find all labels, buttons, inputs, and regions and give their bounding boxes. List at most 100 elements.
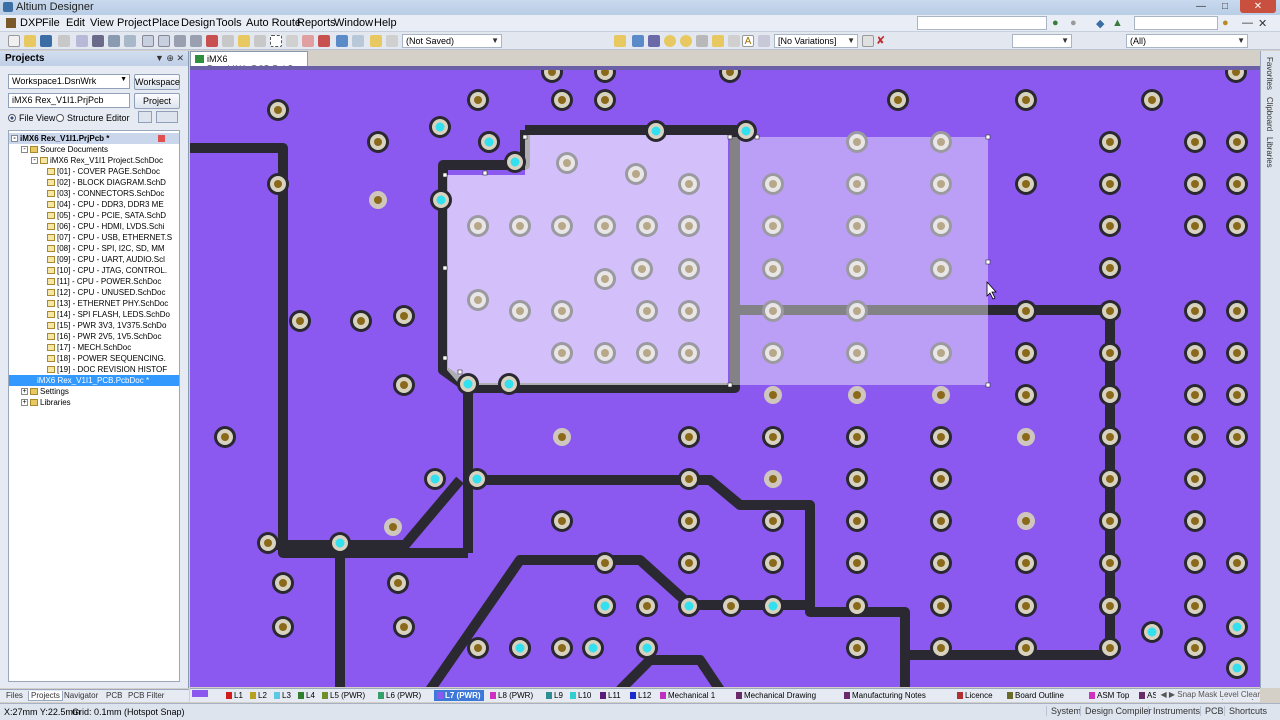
place-via-icon[interactable]	[680, 35, 692, 47]
polygon-icon[interactable]	[728, 35, 740, 47]
menu-help[interactable]: Help	[374, 17, 397, 29]
panel-refresh-icon[interactable]	[138, 111, 152, 123]
tree-item[interactable]: [11] - CPU - POWER.SchDoc	[9, 276, 179, 287]
layer-scroll-left-icon[interactable]: ◀	[1160, 690, 1166, 699]
tree-item[interactable]: [09] - CPU - UART, AUDIO.Scl	[9, 254, 179, 265]
search-combo[interactable]	[1134, 16, 1218, 30]
panel-menu-icon[interactable]: ▼	[155, 53, 164, 63]
dxp-icon[interactable]	[6, 18, 16, 28]
menu-reports[interactable]: Reports	[297, 17, 336, 29]
collapse-icon[interactable]: -	[21, 146, 28, 154]
layer-tab[interactable]: L9	[546, 690, 563, 701]
zoom-fit-icon[interactable]	[108, 35, 120, 47]
tree-item[interactable]: [07] - CPU - USB, ETHERNET.S	[9, 232, 179, 243]
tree-item[interactable]: [19] - DOC REVISION HISTOF	[9, 364, 179, 375]
tree-item[interactable]: [13] - ETHERNET PHY.SchDoc	[9, 298, 179, 309]
tree-item[interactable]: [18] - POWER SEQUENCING.	[9, 353, 179, 364]
layer-tab[interactable]: ASM Top	[1089, 690, 1129, 701]
tree-item[interactable]: [10] - CPU - JTAG, CONTROL.	[9, 265, 179, 276]
pcb-canvas[interactable]	[190, 70, 1260, 687]
board-3d-icon[interactable]	[92, 35, 104, 47]
clear-filter-icon[interactable]	[318, 35, 330, 47]
tree-item[interactable]: [01] - COVER PAGE.SchDoc	[9, 166, 179, 177]
tree-item-libraries[interactable]: + Libraries	[9, 397, 179, 408]
tree-item[interactable]: [16] - PWR 2V5, 1V5.SchDoc	[9, 331, 179, 342]
expand-icon[interactable]: +	[21, 388, 28, 396]
document-state-combo[interactable]: (Not Saved) ▼	[402, 34, 502, 48]
maximize-icon[interactable]: □	[1216, 0, 1234, 13]
open-icon[interactable]	[24, 35, 36, 47]
undo-icon[interactable]	[336, 35, 348, 47]
variant-manager-icon[interactable]	[862, 35, 874, 47]
menu-dxp[interactable]: DXP	[20, 17, 43, 29]
tree-item[interactable]: [08] - CPU - SPI, I2C, SD, MM	[9, 243, 179, 254]
redo-icon[interactable]	[352, 35, 364, 47]
layer-tab[interactable]: L10	[570, 690, 591, 701]
tree-item[interactable]: [03] - CONNECTORS.SchDoc	[9, 188, 179, 199]
tree-item[interactable]: [12] - CPU - UNUSED.SchDoc	[9, 287, 179, 298]
menu-close-icon[interactable]: ✕	[1258, 17, 1267, 30]
tree-item[interactable]: [02] - BLOCK DIAGRAM.SchD	[9, 177, 179, 188]
layer-tab[interactable]: L2	[250, 690, 267, 701]
layer-tab[interactable]: L5 (PWR)	[322, 690, 365, 701]
current-layer-indicator[interactable]	[192, 690, 208, 697]
clear-variant-icon[interactable]: ✘	[876, 35, 888, 47]
tab-pcb-filter[interactable]: PCB Filter	[126, 691, 166, 700]
copy-icon[interactable]	[222, 35, 234, 47]
save-icon[interactable]	[40, 35, 52, 47]
instruments-button[interactable]: Instruments	[1148, 706, 1204, 716]
layer-mask-level-button[interactable]: Mask Level	[1198, 690, 1238, 699]
help-search-icon[interactable]: ●	[1222, 17, 1229, 29]
tree-item[interactable]: [15] - PWR 3V3, 1V375.SchDo	[9, 320, 179, 331]
menu-project[interactable]: Project	[117, 17, 151, 29]
nav-forward-icon[interactable]: ●	[1070, 17, 1077, 29]
design-compiler-button[interactable]: Design Compiler	[1080, 706, 1156, 716]
tab-projects[interactable]: Projects	[28, 691, 63, 701]
layer-snap-button[interactable]: Snap	[1177, 690, 1196, 699]
clipboard-rail-tab[interactable]: Clipboard	[1265, 97, 1274, 131]
minimize-icon[interactable]: —	[1192, 0, 1210, 13]
interactive-route-icon[interactable]	[632, 35, 644, 47]
workspace-button[interactable]: Workspace	[134, 74, 180, 90]
browse-icon[interactable]	[386, 35, 398, 47]
project-button[interactable]: Project	[134, 93, 180, 109]
tree-item-settings[interactable]: + Settings	[9, 386, 179, 397]
workspace-combo[interactable]: Workspace1.DsnWrk ▼	[8, 74, 130, 89]
libraries-rail-tab[interactable]: Libraries	[1265, 137, 1274, 168]
tree-item[interactable]: [05] - CPU - PCIE, SATA.SchD	[9, 210, 179, 221]
home-icon[interactable]: ◆	[1096, 17, 1104, 30]
menu-design[interactable]: Design	[181, 17, 215, 29]
diff-pair-icon[interactable]	[648, 35, 660, 47]
tab-files[interactable]: Files	[4, 691, 25, 700]
place-pad-icon[interactable]	[664, 35, 676, 47]
tab-pcb[interactable]: PCB	[104, 691, 124, 700]
layer-clear-button[interactable]: Clear	[1241, 690, 1260, 699]
pcb-board-drawing[interactable]	[190, 70, 1260, 687]
layer-tab[interactable]: L3	[274, 690, 291, 701]
tree-item-source-documents[interactable]: - Source Documents	[9, 144, 179, 155]
layer-tab[interactable]: Licence	[957, 690, 993, 701]
layer-tab[interactable]: L1	[226, 690, 243, 701]
arc-icon[interactable]	[696, 35, 708, 47]
menu-place[interactable]: Place	[152, 17, 180, 29]
layer-tab[interactable]: Mechanical Drawing	[736, 690, 816, 701]
deselect-icon[interactable]	[302, 35, 314, 47]
filter-combo[interactable]: (All) ▼	[1126, 34, 1248, 48]
cross-probe-icon[interactable]	[370, 35, 382, 47]
nav-back-icon[interactable]: ●	[1052, 17, 1059, 29]
fill-icon[interactable]	[712, 35, 724, 47]
menu-minimize-icon[interactable]: —	[1242, 17, 1253, 29]
collapse-icon[interactable]: -	[11, 135, 18, 143]
tree-item-top-schematic[interactable]: - iMX6 Rex_V1I1 Project.SchDoc	[9, 155, 179, 166]
move-icon[interactable]	[286, 35, 298, 47]
cut-icon[interactable]	[206, 35, 218, 47]
close-icon[interactable]: ✕	[1240, 0, 1276, 13]
component-icon[interactable]	[758, 35, 770, 47]
layer-scroll-right-icon[interactable]: ▶	[1169, 690, 1175, 699]
zoom-area-icon[interactable]	[124, 35, 136, 47]
paste-icon[interactable]	[238, 35, 250, 47]
panel-options-icon[interactable]	[156, 111, 178, 123]
layer-set-combo[interactable]: ▼	[1012, 34, 1072, 48]
layer-tab[interactable]: L11	[600, 690, 621, 701]
collapse-icon[interactable]: -	[31, 157, 38, 165]
